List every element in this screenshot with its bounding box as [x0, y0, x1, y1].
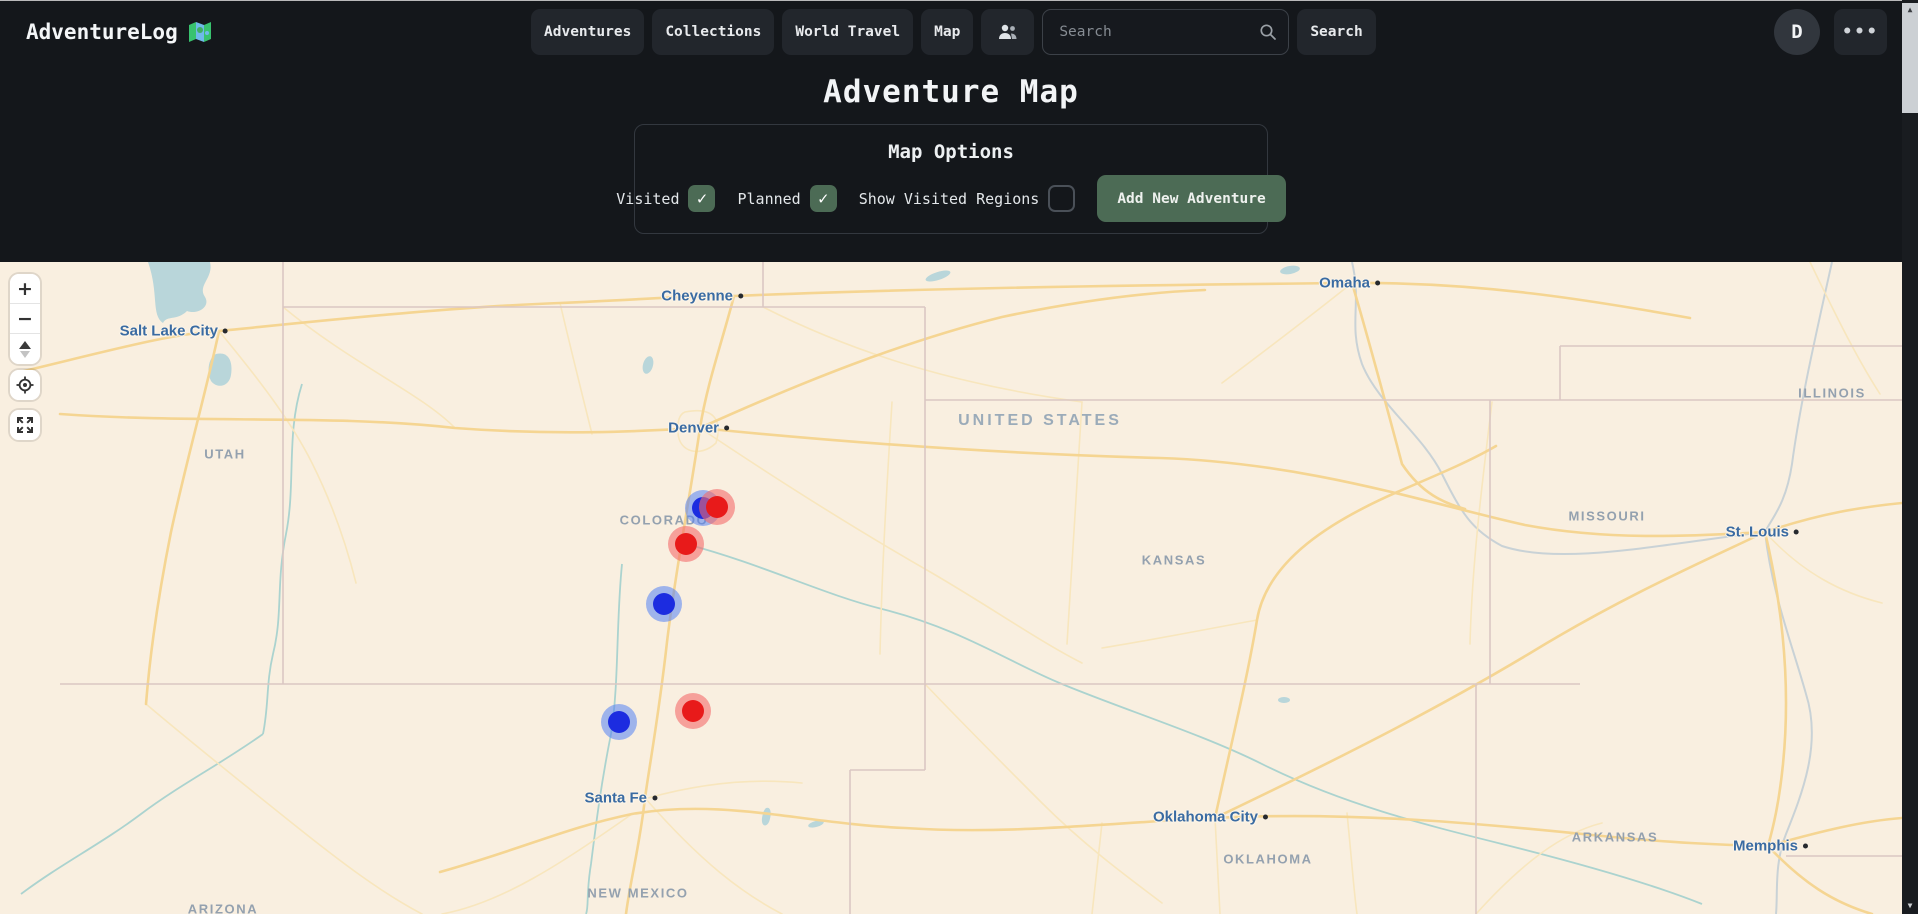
window-top-edge	[0, 0, 1918, 1]
zoom-out-button[interactable]: −	[10, 304, 40, 334]
state-label-utah: UTAH	[204, 447, 246, 462]
checked-checkbox[interactable]: ✓	[688, 185, 715, 212]
adventure-map[interactable]: UNITED STATESUTAHCOLORADOKANSASMISSOURII…	[0, 262, 1902, 914]
scrollbar-thumb[interactable]	[1902, 3, 1918, 113]
search-input[interactable]	[1042, 9, 1289, 55]
state-label-arkansas: ARKANSAS	[1572, 830, 1658, 845]
minor-roads	[146, 262, 1882, 914]
nav-menu: AdventuresCollectionsWorld TravelMap Sea…	[531, 9, 1376, 55]
search-wrap	[1042, 9, 1289, 55]
nav-item-collections[interactable]: Collections	[652, 9, 774, 55]
city-label-santa-fe: Santa Fe	[584, 790, 657, 807]
city-dot-icon	[738, 294, 743, 299]
city-name: Salt Lake City	[120, 323, 218, 340]
zoom-in-button[interactable]: +	[10, 274, 40, 304]
map-zoom-controls: + −	[10, 274, 40, 364]
city-name: Omaha	[1319, 275, 1370, 292]
city-name: St. Louis	[1726, 524, 1789, 541]
scroll-down-arrow-icon[interactable]: ▼	[1902, 901, 1918, 910]
toggle-label: Planned	[737, 190, 800, 208]
city-name: Denver	[668, 420, 719, 437]
compass-pitch-button[interactable]	[10, 334, 40, 364]
state-label-arizona: ARIZONA	[188, 902, 258, 914]
city-dot-icon	[724, 426, 729, 431]
adventure-marker-planned[interactable]	[608, 711, 630, 733]
navbar: AdventureLog AdventuresCollectionsWorld …	[0, 0, 1918, 64]
nav-item-map[interactable]: Map	[921, 9, 973, 55]
state-label-missouri: MISSOURI	[1568, 509, 1645, 524]
adventure-marker-planned[interactable]	[653, 593, 675, 615]
map-artwork	[0, 262, 1902, 914]
major-roads	[20, 283, 1902, 914]
adventure-marker-visited[interactable]	[682, 700, 704, 722]
map-options-title: Map Options	[635, 141, 1267, 163]
map-options-card: Map Options Visited✓Planned✓Show Visited…	[634, 124, 1268, 234]
adventure-marker-visited[interactable]	[675, 533, 697, 555]
map-emoji-icon	[188, 21, 212, 43]
state-label-new-mexico: NEW MEXICO	[587, 886, 688, 901]
nav-item-adventures[interactable]: Adventures	[531, 9, 644, 55]
search-button[interactable]: Search	[1297, 9, 1375, 55]
page-content: Adventure Map Map Options Visited✓Planne…	[0, 74, 1902, 234]
vertical-scrollbar[interactable]: ▲ ▼	[1902, 0, 1918, 914]
checked-checkbox[interactable]: ✓	[810, 185, 837, 212]
geolocate-icon	[16, 376, 34, 394]
nav-item-world-travel[interactable]: World Travel	[782, 9, 913, 55]
state-label-illinois: ILLINOIS	[1798, 386, 1866, 401]
city-label-denver: Denver	[668, 420, 729, 437]
nav-right: D •••	[1774, 9, 1887, 55]
toggle-visited[interactable]: Visited ✓	[616, 185, 715, 212]
toggle-label: Show Visited Regions	[859, 190, 1040, 208]
unchecked-checkbox[interactable]	[1048, 185, 1075, 212]
rivers-teal	[21, 384, 1702, 914]
toggle-show-visited-regions[interactable]: Show Visited Regions	[859, 185, 1076, 212]
city-label-memphis: Memphis	[1733, 838, 1808, 855]
nav-items: AdventuresCollectionsWorld TravelMap	[531, 9, 973, 55]
city-label-omaha: Omaha	[1319, 275, 1380, 292]
city-dot-icon	[652, 796, 657, 801]
rivers-gray	[1352, 262, 1832, 914]
pitch-up-icon	[19, 341, 31, 349]
page-title: Adventure Map	[0, 74, 1902, 110]
brand-logo[interactable]: AdventureLog	[26, 0, 212, 64]
state-label-kansas: KANSAS	[1142, 553, 1207, 568]
city-name: Cheyenne	[661, 288, 733, 305]
city-dot-icon	[1803, 844, 1808, 849]
scroll-up-arrow-icon[interactable]: ▲	[1902, 5, 1918, 14]
toggle-label: Visited	[616, 190, 679, 208]
lakes	[148, 262, 1301, 829]
city-name: Santa Fe	[584, 790, 647, 807]
map-options-row: Visited✓Planned✓Show Visited Regions Add…	[635, 175, 1267, 222]
city-name: Oklahoma City	[1153, 809, 1258, 826]
city-label-cheyenne: Cheyenne	[661, 288, 743, 305]
fullscreen-button[interactable]	[10, 410, 40, 440]
avatar[interactable]: D	[1774, 9, 1820, 55]
city-dot-icon	[223, 329, 228, 334]
city-dot-icon	[1375, 281, 1380, 286]
city-label-salt-lake-city: Salt Lake City	[120, 323, 228, 340]
pitch-down-icon	[20, 351, 30, 358]
city-dot-icon	[1794, 530, 1799, 535]
geolocate-button[interactable]	[10, 370, 40, 400]
more-menu-button[interactable]: •••	[1834, 9, 1887, 55]
city-dot-icon	[1263, 815, 1268, 820]
fullscreen-icon	[16, 416, 34, 434]
geolocate-control	[10, 370, 40, 400]
toggles: Visited ✓ Planned ✓ Show Visited Regions	[616, 185, 1075, 212]
city-label-oklahoma-city: Oklahoma City	[1153, 809, 1268, 826]
city-name: Memphis	[1733, 838, 1798, 855]
users-icon	[998, 23, 1018, 41]
country-label-united-states: UNITED STATES	[958, 412, 1122, 430]
shared-users-button[interactable]	[981, 9, 1034, 55]
add-new-adventure-button[interactable]: Add New Adventure	[1097, 175, 1285, 222]
state-borders	[60, 262, 1902, 914]
adventure-marker-visited[interactable]	[706, 496, 728, 518]
state-label-oklahoma: OKLAHOMA	[1223, 852, 1312, 867]
city-label-st-louis: St. Louis	[1726, 524, 1799, 541]
fullscreen-control	[10, 410, 40, 440]
toggle-planned[interactable]: Planned ✓	[737, 185, 836, 212]
brand-text: AdventureLog	[26, 20, 178, 44]
